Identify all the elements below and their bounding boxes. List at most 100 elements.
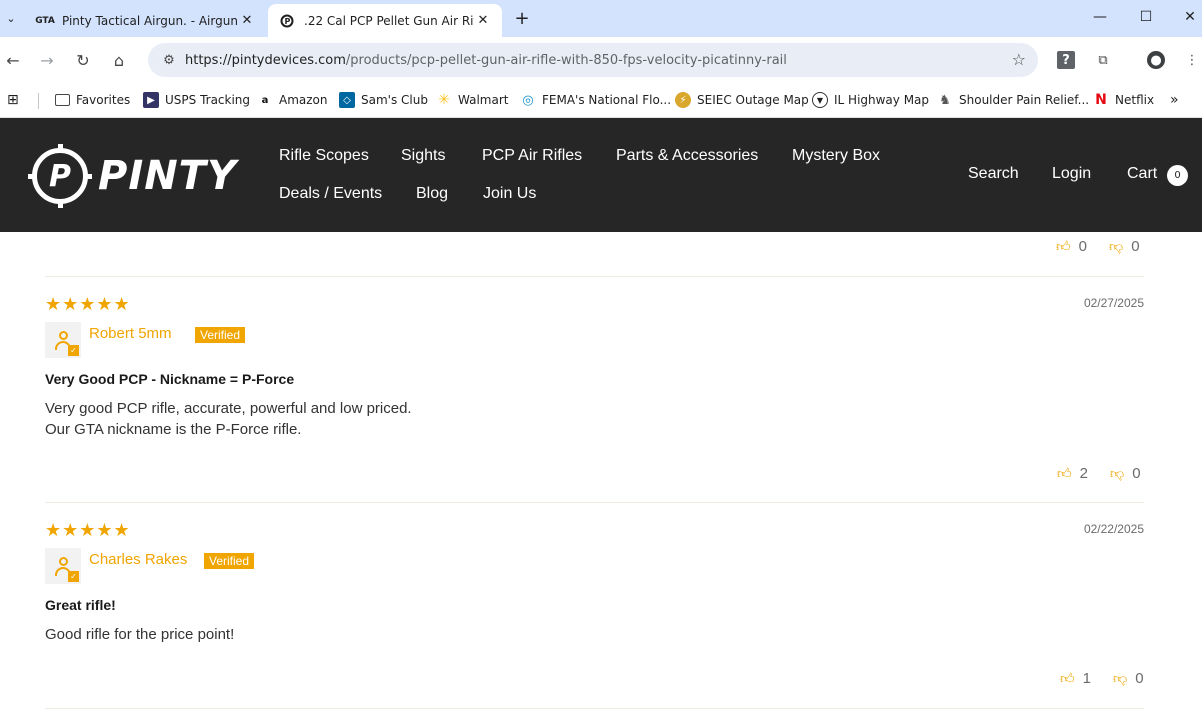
help-extension-icon[interactable]: ? — [1057, 51, 1075, 69]
review-body-line: Good rifle for the price point! — [45, 626, 235, 643]
upvote-count: 1 — [1082, 669, 1091, 687]
browser-toolbar: ← → ↻ ⌂ ⚙ https://pintydevices.com/produ… — [0, 37, 1202, 83]
review-votes: 👍︎ 2 👎︎ 0 — [1057, 463, 1141, 483]
fema-icon: ◎ — [522, 92, 534, 108]
close-window-icon[interactable]: ✕ — [1168, 5, 1202, 29]
pinty-logo-icon: P — [278, 13, 296, 29]
review-votes: 👍︎ 1 👎︎ 0 — [1060, 668, 1144, 688]
nav-parts-accessories[interactable]: Parts & Accessories — [616, 147, 758, 165]
thumbs-up-icon[interactable]: 👍︎ — [1060, 670, 1075, 687]
nav-sights[interactable]: Sights — [401, 147, 445, 165]
apps-grid-icon[interactable]: ⊞ — [7, 90, 19, 110]
reviewer-name: Robert 5mm — [89, 325, 172, 342]
bookmark-shoulder-pain[interactable]: ♞ Shoulder Pain Relief... — [937, 90, 1089, 110]
review-divider — [45, 502, 1144, 503]
nav-mystery-box[interactable]: Mystery Box — [792, 147, 880, 165]
bookmark-label: Amazon — [279, 93, 328, 107]
more-bookmarks-icon[interactable]: » — [1170, 90, 1179, 110]
nav-blog[interactable]: Blog — [416, 185, 448, 203]
review-body: Good rifle for the price point! — [45, 624, 234, 645]
logo-wordmark: PINTY — [98, 153, 237, 199]
login-link[interactable]: Login — [1052, 165, 1091, 183]
reviews-section: 👍︎ 0 👎︎ 0 ★★★★★ 02/27/2025 ✓ Robert 5mm … — [0, 232, 1202, 717]
bookmark-sams-club[interactable]: ◇ Sam's Club — [339, 90, 428, 110]
amazon-icon: a — [261, 94, 269, 106]
nav-rifle-scopes[interactable]: Rifle Scopes — [279, 147, 369, 165]
minimize-icon[interactable]: — — [1078, 5, 1122, 29]
close-tab-icon[interactable]: ✕ — [474, 13, 492, 28]
verified-badge: Verified — [204, 553, 255, 569]
url-path: /products/pcp-pellet-gun-air-rifle-with-… — [345, 52, 787, 68]
thumbs-down-icon[interactable]: 👎︎ — [1110, 465, 1124, 482]
verified-check-icon: ✓ — [68, 345, 79, 356]
bookmark-walmart[interactable]: ✳ Walmart — [436, 90, 508, 110]
menu-dots-icon[interactable]: ⋮ — [1183, 51, 1201, 69]
sams-club-icon: ◇ — [339, 92, 355, 108]
thumbs-up-icon[interactable]: 👍︎ — [1056, 238, 1071, 255]
bookmark-fema[interactable]: ◎ FEMA's National Flo... — [520, 90, 671, 110]
reload-icon[interactable]: ↻ — [72, 49, 94, 71]
il-highway-icon: ▼ — [812, 92, 828, 108]
bookmark-il-highway[interactable]: ▼ IL Highway Map — [812, 90, 929, 110]
extensions-puzzle-icon[interactable]: ⧉ — [1094, 51, 1112, 69]
nav-join-us[interactable]: Join Us — [483, 185, 536, 203]
bookmark-label: Shoulder Pain Relief... — [959, 93, 1090, 107]
review-title: Very Good PCP - Nickname = P-Force — [45, 371, 295, 387]
downvote-count: 0 — [1135, 669, 1144, 687]
search-link[interactable]: Search — [968, 165, 1019, 183]
review-date: 02/27/2025 — [1083, 296, 1144, 310]
address-bar[interactable]: ⚙ https://pintydevices.com/products/pcp-… — [148, 43, 1038, 77]
review-divider — [45, 276, 1144, 277]
bookmark-label: FEMA's National Flo... — [542, 93, 672, 107]
home-icon[interactable]: ⌂ — [108, 49, 130, 71]
star-rating: ★★★★★ — [45, 294, 131, 315]
review-item: ★★★★★ 02/22/2025 ✓ Charles Rakes Verifie… — [45, 520, 1144, 680]
bookmark-star-icon[interactable]: ☆ — [1012, 50, 1026, 69]
bookmark-seiec[interactable]: ⚡ SEIEC Outage Map — [675, 90, 809, 110]
downvote-count: 0 — [1132, 464, 1141, 482]
site-header: P PINTY Rifle Scopes Sights PCP Air Rifl… — [0, 118, 1202, 232]
bookmark-favorites[interactable]: Favorites — [55, 90, 130, 110]
review-title: Great rifle! — [45, 597, 116, 613]
verified-badge: Verified — [195, 327, 246, 343]
nav-deals-events[interactable]: Deals / Events — [279, 185, 382, 203]
bookmark-label: Favorites — [76, 93, 131, 107]
usps-icon: ▶ — [143, 92, 159, 108]
thumbs-down-icon[interactable]: 👎︎ — [1109, 238, 1123, 255]
bookmark-label: Sam's Club — [361, 93, 428, 107]
reviewer-name: Charles Rakes — [89, 551, 188, 568]
site-info-icon[interactable]: ⚙ — [158, 53, 180, 68]
bookmarks-bar: ⊞ Favorites ▶ USPS Tracking a Amazon ◇ Sam'… — [0, 83, 1202, 118]
shoulder-icon: ♞ — [939, 92, 951, 108]
bookmark-label: Walmart — [458, 93, 509, 107]
tab-pcp-air-rifle[interactable]: P .22 Cal PCP Pellet Gun Air Rifle w ✕ — [268, 4, 502, 37]
forward-arrow-icon[interactable]: → — [36, 49, 58, 71]
profile-avatar-icon[interactable]: ● — [1147, 51, 1165, 69]
review-body-line: Very good PCP rifle, accurate, powerful … — [45, 400, 412, 417]
back-arrow-icon[interactable]: ← — [2, 49, 24, 71]
bookmark-label: USPS Tracking — [165, 93, 251, 107]
thumbs-down-icon[interactable]: 👎︎ — [1113, 670, 1127, 687]
bookmark-amazon[interactable]: a Amazon — [257, 90, 328, 110]
cart-link[interactable]: Cart — [1127, 165, 1157, 183]
review-body: Very good PCP rifle, accurate, powerful … — [45, 398, 412, 440]
tab-pinty-tactical[interactable]: GTA Pinty Tactical Airgun. - Airguns & ✕ — [30, 4, 262, 37]
review-votes: 👍︎ 0 👎︎ 0 — [1056, 236, 1140, 256]
maximize-icon[interactable]: ☐ — [1124, 5, 1168, 29]
walmart-icon: ✳ — [438, 92, 450, 108]
new-tab-icon[interactable]: + — [512, 6, 532, 30]
tab-title: .22 Cal PCP Pellet Gun Air Rifle w — [304, 13, 474, 28]
gta-favicon-icon: GTA — [35, 15, 55, 26]
close-tab-icon[interactable]: ✕ — [238, 13, 256, 28]
bookmark-label: IL Highway Map — [834, 93, 930, 107]
bookmark-netflix[interactable]: N Netflix — [1093, 90, 1154, 110]
pinty-logo[interactable]: P PINTY — [28, 144, 237, 208]
nav-pcp-air-rifles[interactable]: PCP Air Rifles — [482, 147, 582, 165]
bookmark-usps-tracking[interactable]: ▶ USPS Tracking — [143, 90, 250, 110]
review-date: 02/22/2025 — [1083, 522, 1144, 536]
tab-search-icon[interactable]: ⌄ — [0, 5, 22, 31]
thumbs-up-icon[interactable]: 👍︎ — [1057, 465, 1072, 482]
cart-count-badge[interactable]: 0 — [1167, 165, 1188, 186]
reviewer-avatar: ✓ — [45, 322, 81, 358]
review-body-line: Our GTA nickname is the P-Force rifle. — [45, 421, 302, 438]
